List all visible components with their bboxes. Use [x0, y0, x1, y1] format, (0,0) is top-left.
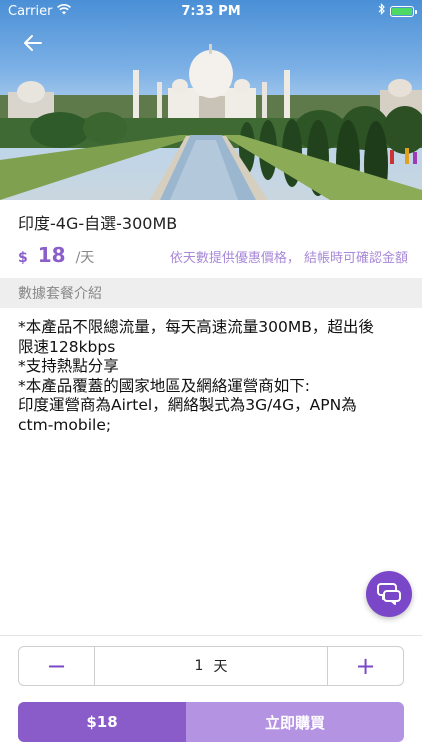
quantity-value: 1 [194, 658, 204, 674]
chat-button[interactable] [366, 571, 412, 617]
product-title: 印度-4G-自選-300MB [18, 214, 178, 233]
description-line: ctm-mobile; [18, 415, 112, 434]
price-row: $ 18 /天 依天數提供優惠價格， 結帳時可確認金額 [18, 243, 408, 269]
section-header: 數據套餐介紹 [0, 278, 422, 308]
quantity-unit: 天 [213, 659, 228, 675]
product-description: *本產品不限總流量，每天高速流量300MB，超出後 限速128kbps *支持熱… [18, 318, 408, 435]
price-unit: /天 [75, 250, 95, 266]
carrier-label: Carrier [8, 3, 53, 19]
description-line: 限速128kbps [18, 337, 116, 356]
battery-icon [390, 5, 417, 17]
wifi-icon [57, 3, 72, 19]
price-value: 18 [37, 243, 66, 267]
quantity-stepper: − 1 天 + [18, 646, 404, 686]
bluetooth-icon [378, 3, 386, 19]
increase-button[interactable]: + [327, 647, 403, 685]
bottom-divider [0, 635, 422, 636]
description-line: *本產品覆蓋的國家地區及網絡運營商如下: [18, 376, 310, 395]
description-line: *支持熱點分享 [18, 357, 119, 375]
quantity-display: 1 天 [95, 647, 327, 685]
promo-text: 依天數提供優惠價格， 結帳時可確認金額 [169, 251, 408, 266]
decrease-button[interactable]: − [19, 647, 95, 685]
description-line: *本產品不限總流量，每天高速流量300MB，超出後 [18, 318, 374, 336]
total-price: $18 [18, 702, 186, 742]
status-bar: Carrier 7:33 PM [0, 0, 422, 22]
section-header-label: 數據套餐介紹 [18, 286, 102, 302]
arrow-left-icon [24, 35, 42, 51]
back-button[interactable] [18, 30, 48, 56]
hero-image [0, 0, 422, 200]
buy-now-button[interactable]: 立即購買 [186, 702, 404, 742]
taj-mahal-illustration [0, 44, 422, 200]
status-time: 7:33 PM [181, 3, 241, 19]
description-line: 印度運營商為Airtel，網絡製式為3G/4G，APN為 [18, 396, 357, 414]
purchase-bar: $18 立即購買 [18, 702, 404, 742]
currency-symbol: $ [18, 250, 28, 266]
chat-bubble-icon [377, 583, 401, 605]
